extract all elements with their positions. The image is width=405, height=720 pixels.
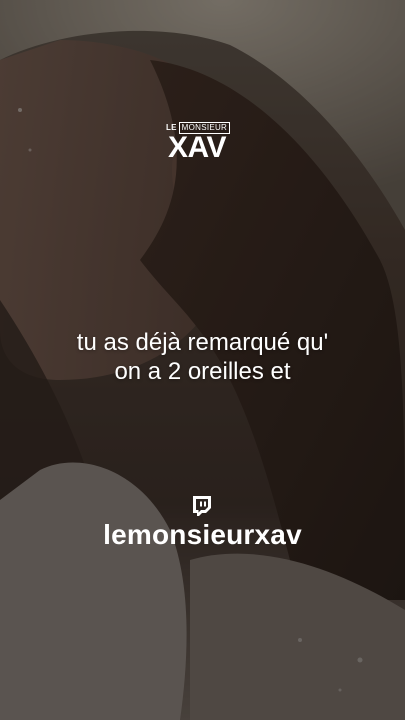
logo-xav-text: XAV — [168, 131, 226, 164]
channel-handle: lemonsieurxav — [103, 519, 302, 550]
brand-logo: LE MONSIEUR XAV — [166, 122, 242, 164]
video-frame: LE MONSIEUR XAV tu as déjà remarqué qu' … — [0, 0, 405, 720]
twitch-icon — [193, 496, 211, 516]
caption-line-2: on a 2 oreilles et — [114, 358, 291, 385]
subtitle-caption: tu as déjà remarqué qu' on a 2 oreilles … — [0, 328, 405, 386]
caption-line-1: tu as déjà remarqué qu' — [76, 329, 329, 356]
